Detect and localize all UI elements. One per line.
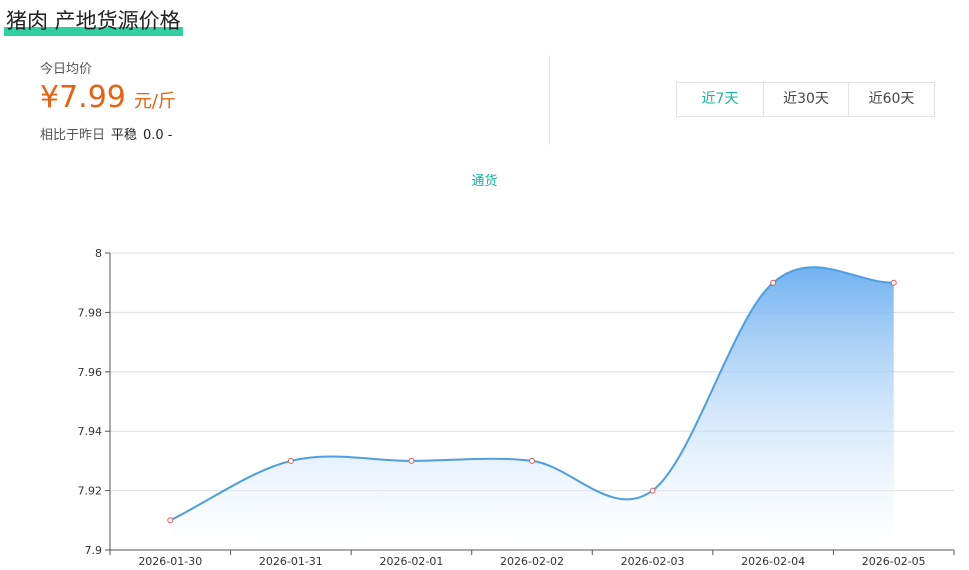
x-tick-label: 2026-02-04 — [741, 555, 805, 568]
x-tick-label: 2026-02-05 — [862, 555, 926, 568]
data-point[interactable] — [649, 487, 656, 494]
x-tick-label: 2026-01-30 — [138, 555, 202, 568]
price-area — [170, 267, 894, 550]
x-tick-label: 2026-02-02 — [500, 555, 564, 568]
data-point[interactable] — [770, 279, 777, 286]
y-tick-label: 7.96 — [78, 366, 103, 379]
data-point[interactable] — [408, 457, 415, 464]
data-point[interactable] — [529, 457, 535, 464]
y-tick-label: 7.94 — [78, 425, 103, 438]
y-tick-label: 7.98 — [78, 306, 103, 319]
data-point[interactable] — [890, 279, 897, 286]
price-chart: 7.9 7.92 7.94 7.96 7.98 8 2026-01-30 2026-01-31… — [78, 247, 955, 568]
y-tick-label: 7.9 — [85, 544, 103, 557]
x-tick-label: 2026-01-31 — [259, 555, 323, 568]
y-tick-label: 8 — [95, 247, 102, 260]
data-point[interactable] — [287, 457, 294, 464]
y-tick-label: 7.92 — [78, 485, 103, 498]
data-point[interactable] — [167, 517, 174, 524]
x-tick-label: 2026-02-03 — [621, 555, 685, 568]
x-tick-label: 2026-02-01 — [379, 555, 443, 568]
